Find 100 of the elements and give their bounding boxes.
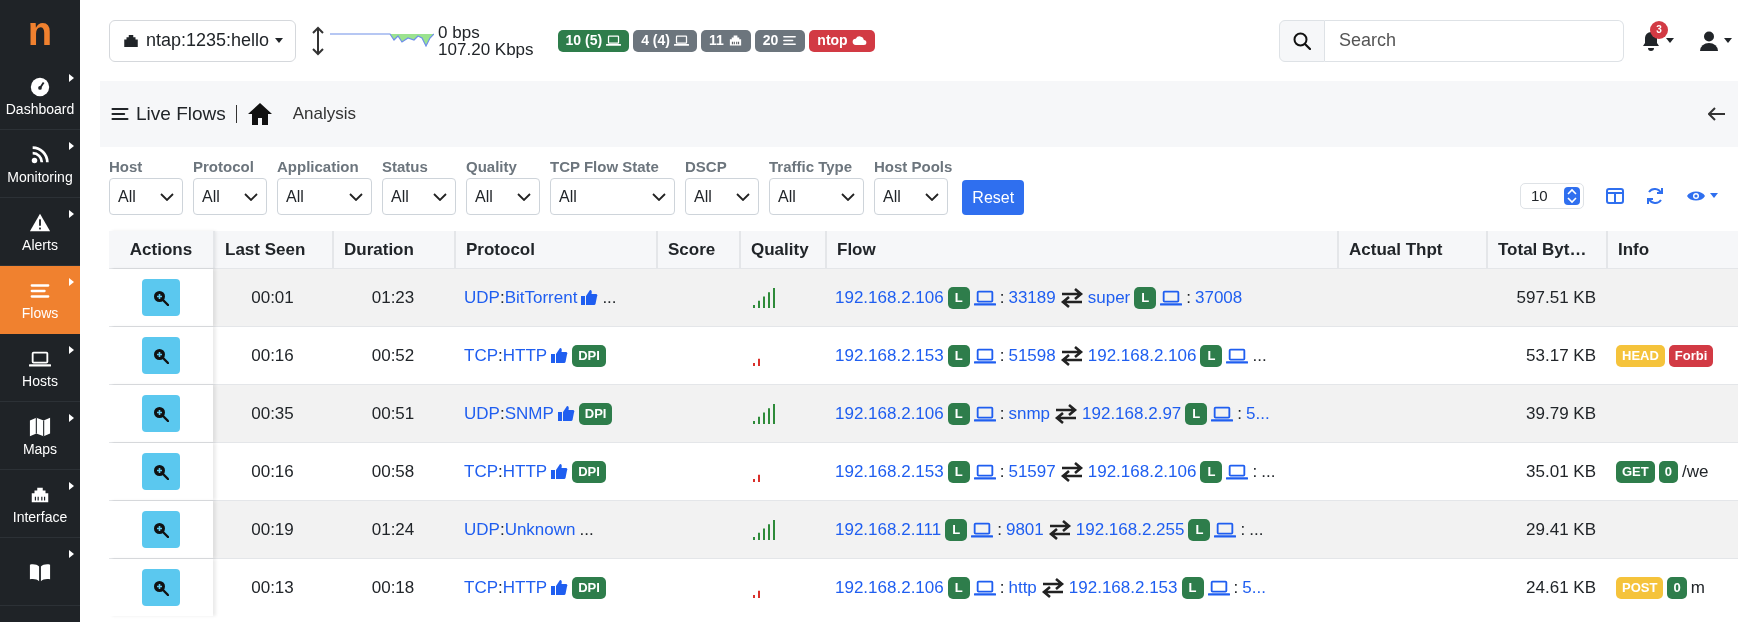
zoom-button[interactable] — [142, 279, 180, 316]
filter-dropdown[interactable]: All — [193, 178, 267, 215]
reset-button[interactable]: Reset — [962, 180, 1025, 215]
filter-dropdown[interactable]: All — [874, 178, 948, 215]
link[interactable]: 192.168.2.255 — [1075, 516, 1185, 543]
column-header[interactable]: Total Byt… — [1498, 236, 1587, 263]
link[interactable]: http — [1008, 574, 1037, 601]
protocol-link[interactable]: TCP:HTTP — [464, 342, 548, 369]
logo: n — [26, 8, 54, 55]
zoom-button[interactable] — [142, 337, 180, 374]
search-icon — [1293, 31, 1311, 50]
table-cell-text: 00:52 — [371, 344, 415, 367]
cloud-icon — [851, 33, 867, 48]
column-header[interactable]: Flow — [837, 236, 876, 263]
link[interactable]: snmp — [1008, 400, 1051, 427]
link[interactable]: 5... — [1242, 574, 1266, 601]
counter-badge[interactable]: 20 — [754, 29, 806, 52]
chevron-down-icon — [736, 192, 750, 201]
link[interactable]: 192.168.2.153 — [835, 342, 944, 369]
sidebar-item[interactable]: Monitoring — [0, 130, 80, 198]
refresh-icon — [1646, 187, 1664, 205]
sidebar-item[interactable]: Interface — [0, 470, 80, 538]
search-button[interactable] — [1279, 19, 1325, 62]
upload-rate: 0 bps — [438, 23, 481, 41]
separator: : — [999, 344, 1005, 367]
menu-icon — [782, 33, 798, 48]
zoom-button[interactable] — [142, 395, 180, 432]
protocol-link[interactable]: TCP:HTTP — [464, 574, 548, 601]
zoom-in-icon — [153, 463, 169, 480]
sidebar-item[interactable]: Hosts — [0, 334, 80, 402]
link[interactable]: 192.168.2.153 — [1068, 574, 1178, 601]
location-badge: L — [1200, 344, 1223, 367]
ellipsis: ... — [1261, 460, 1276, 483]
link[interactable]: 192.168.2.106 — [835, 574, 944, 601]
link[interactable]: 192.168.2.106 — [1087, 458, 1197, 485]
caret-icon — [69, 550, 74, 558]
location-badge: L — [947, 460, 970, 483]
search-field[interactable]: Search — [1325, 19, 1624, 62]
zoom-button[interactable] — [142, 453, 180, 490]
filter-dropdown[interactable]: All — [685, 178, 759, 215]
link[interactable]: super — [1087, 284, 1131, 311]
sidebar-item[interactable]: Maps — [0, 402, 80, 470]
column-header[interactable]: Score — [668, 236, 716, 263]
protocol-link[interactable]: TCP:HTTP — [464, 458, 548, 485]
protocol-link[interactable]: UDP:BitTorrent — [464, 284, 578, 311]
column-header[interactable]: Last Seen — [225, 236, 306, 263]
filter-label: Host — [109, 159, 144, 174]
chevron-down-icon — [652, 192, 666, 201]
filter-dropdown[interactable]: All — [277, 178, 372, 215]
protocol-link[interactable]: UDP:SNMP — [464, 400, 554, 427]
caret-icon — [69, 346, 74, 354]
link[interactable]: 192.168.2.106 — [1087, 342, 1197, 369]
link[interactable]: 51598 — [1008, 342, 1056, 369]
table-cell-text: 00:16 — [251, 460, 294, 483]
link[interactable]: 192.168.2.106 — [835, 400, 944, 427]
link[interactable]: 192.168.2.111 — [835, 516, 942, 543]
interface-dropdown[interactable]: ntap:1235:hello — [109, 19, 297, 62]
link[interactable]: 192.168.2.97 — [1082, 400, 1182, 427]
table-cell-text: 00:01 — [251, 286, 294, 309]
column-header[interactable]: Info — [1618, 236, 1650, 263]
counter-badge[interactable]: ntop — [809, 29, 875, 52]
column-header[interactable]: Actual Thpt — [1349, 236, 1443, 263]
zoom-button[interactable] — [142, 511, 180, 548]
column-header[interactable]: Quality — [751, 236, 809, 263]
filter-dropdown[interactable]: All — [769, 178, 864, 215]
column-header[interactable]: Protocol — [466, 236, 535, 263]
counter-badge[interactable]: 10 (5) — [557, 29, 630, 52]
link[interactable]: 51597 — [1008, 458, 1056, 485]
column-header[interactable]: Duration — [344, 236, 414, 263]
counter-badge[interactable]: 11 — [700, 29, 751, 52]
table-cell-text: 01:24 — [371, 518, 415, 541]
filter-dropdown[interactable]: All — [550, 178, 675, 215]
separator: : — [1252, 460, 1258, 483]
location-badge: L — [1181, 576, 1204, 599]
caret-icon — [69, 74, 74, 82]
filter-label: TCP Flow State — [550, 159, 660, 174]
chevron-down-icon — [841, 192, 855, 201]
counter-badge[interactable]: 4 (4) — [633, 29, 697, 52]
column-header[interactable]: Actions — [129, 236, 193, 263]
filter-dropdown[interactable]: All — [466, 178, 540, 215]
link[interactable]: 5... — [1246, 400, 1270, 427]
link[interactable]: 33189 — [1008, 284, 1056, 311]
table-cell-text: 01:23 — [371, 286, 415, 309]
zoom-button[interactable] — [142, 569, 180, 606]
page-title: Live Flows — [136, 101, 226, 126]
sidebar-item[interactable]: Dashboard — [0, 62, 80, 130]
caret-icon — [69, 210, 74, 218]
separator: : — [1240, 518, 1246, 541]
protocol-link[interactable]: UDP:Unknown — [464, 516, 576, 543]
separator: : — [999, 286, 1005, 309]
filter-dropdown[interactable]: All — [382, 178, 456, 215]
dpi-badge: DPI — [572, 344, 606, 367]
separator: : — [1186, 286, 1191, 309]
filter-dropdown[interactable]: All — [109, 178, 183, 215]
link[interactable]: 9801 — [1005, 516, 1044, 543]
link[interactable]: 192.168.2.106 — [835, 284, 944, 311]
breadcrumb-link[interactable]: Analysis — [292, 101, 357, 127]
page-size-spinner[interactable]: 10 — [1520, 183, 1584, 209]
link[interactable]: 37008 — [1195, 284, 1243, 311]
link[interactable]: 192.168.2.153 — [835, 458, 944, 485]
